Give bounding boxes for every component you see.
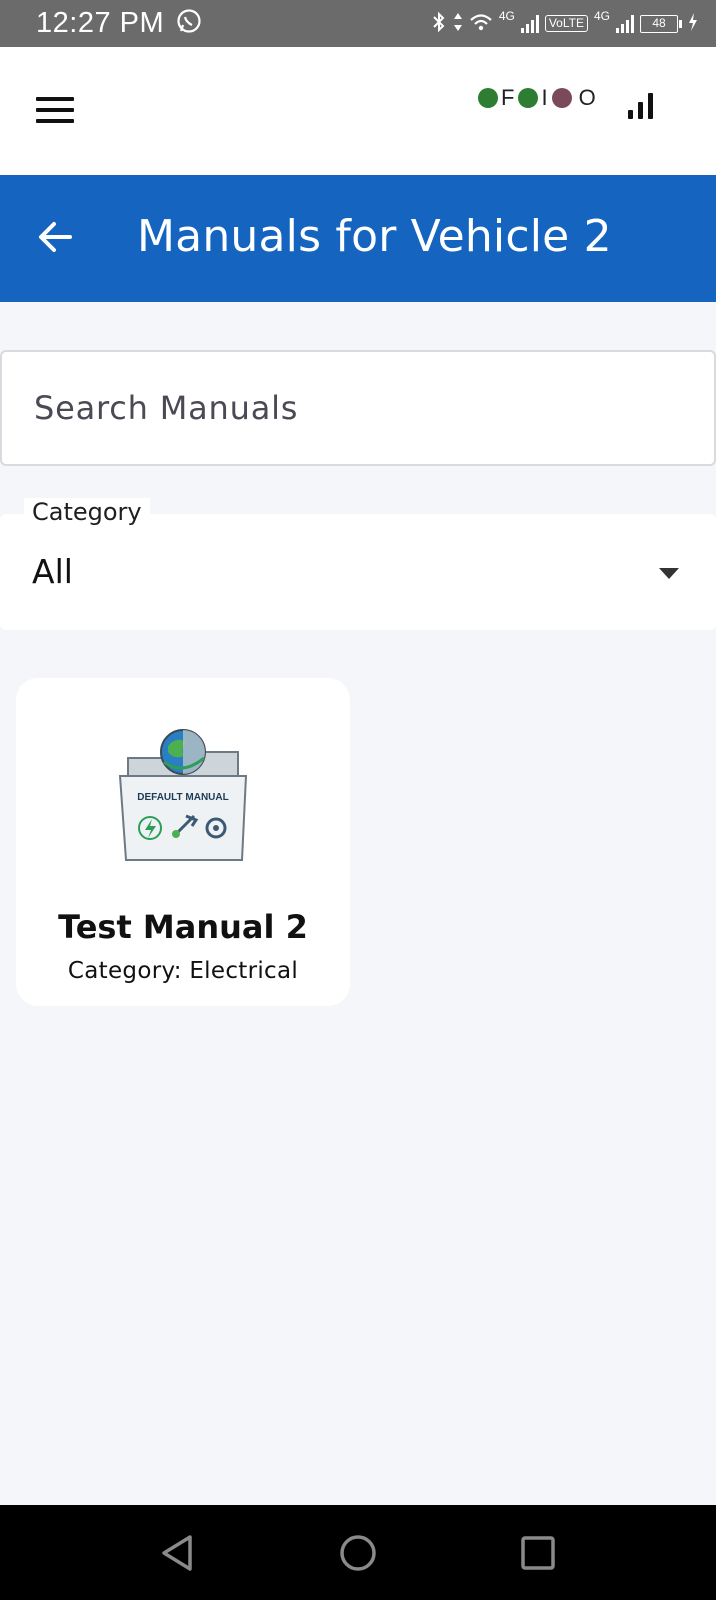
status-bar: 12:27 PM 4G VoLTE 4G 48: [0, 0, 716, 47]
signal-icon: [520, 14, 539, 33]
search-field: [0, 350, 716, 466]
category-dropdown[interactable]: Category All: [0, 498, 716, 630]
recents-nav-icon[interactable]: [518, 1533, 558, 1573]
battery-level: 48: [640, 14, 678, 33]
category-value: All: [32, 552, 73, 591]
battery-icon: 48: [640, 14, 682, 33]
data-arrows-icon: [453, 12, 463, 35]
legend-label-f: F: [501, 85, 515, 110]
charging-icon: [688, 13, 698, 34]
legend-dot-i: [518, 88, 539, 108]
wifi-icon: [469, 12, 493, 35]
thumbnail-caption: DEFAULT MANUAL: [137, 792, 228, 803]
home-nav-icon[interactable]: [338, 1533, 378, 1573]
legend-dot-f: [478, 88, 498, 108]
manual-card[interactable]: DEFAULT MANUAL Test Manual 2 Category: E…: [16, 678, 350, 1006]
page-title: Manuals for Vehicle 2: [137, 211, 612, 262]
menu-icon[interactable]: [36, 97, 74, 123]
signal-icon-2: [616, 14, 634, 33]
back-nav-icon[interactable]: [158, 1533, 198, 1573]
volte-badge: VoLTE: [544, 15, 588, 32]
whatsapp-icon: [176, 8, 202, 39]
status-time: 12:27 PM: [36, 7, 165, 39]
back-arrow-icon[interactable]: [34, 215, 78, 259]
bar-chart-icon[interactable]: [628, 93, 653, 119]
network-type-label: 4G: [498, 8, 515, 23]
manual-thumbnail: DEFAULT MANUAL: [116, 728, 250, 862]
status-legend: F I O: [478, 85, 600, 111]
search-input[interactable]: [2, 352, 714, 464]
manual-title: Test Manual 2: [58, 908, 308, 946]
system-nav-bar: [0, 1505, 716, 1600]
chevron-down-icon[interactable]: [659, 568, 679, 579]
category-label: Category: [24, 498, 150, 526]
bluetooth-icon: [431, 11, 447, 36]
legend-label-i: I: [541, 85, 548, 110]
manual-category: Category: Electrical: [67, 958, 299, 984]
network-type-label-2: 4G: [593, 8, 610, 23]
page-header: Manuals for Vehicle 2: [0, 175, 716, 302]
legend-dot-o: [551, 88, 572, 108]
app-top-bar: F I O: [0, 47, 716, 175]
legend-label-o: O: [578, 85, 596, 110]
